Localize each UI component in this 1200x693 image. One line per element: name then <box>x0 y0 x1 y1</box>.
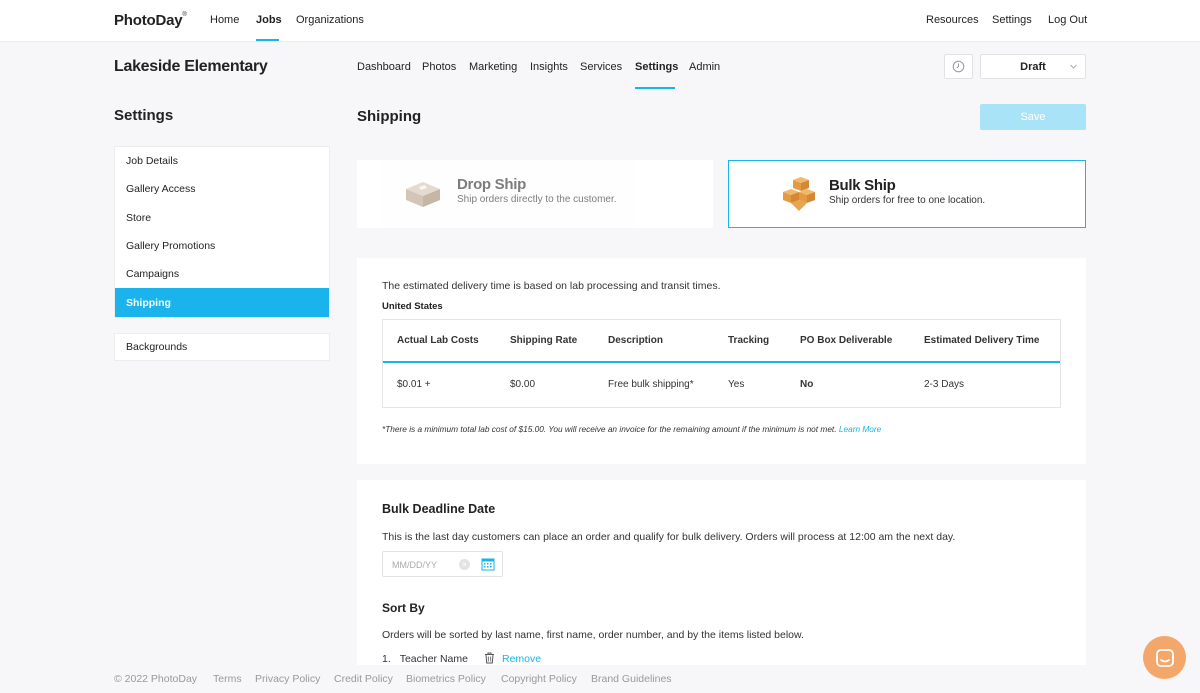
save-button[interactable]: Save <box>980 104 1086 130</box>
table-cell: Free bulk shipping* <box>608 379 694 390</box>
delivery-info-text: The estimated delivery time is based on … <box>382 280 721 292</box>
tab-services[interactable]: Services <box>580 61 622 73</box>
shipping-rates-table: Actual Lab Costs Shipping Rate Descripti… <box>382 319 1061 408</box>
table-header-cell: Estimated Delivery Time <box>924 335 1040 346</box>
nav-jobs-underline <box>256 39 279 41</box>
boxes-icon <box>783 177 815 211</box>
sort-item-index: 1. <box>382 653 391 665</box>
drop-ship-title: Drop Ship <box>457 176 526 193</box>
sidebar-item-store[interactable]: Store <box>115 204 329 232</box>
learn-more-link[interactable]: Learn More <box>839 424 881 434</box>
sort-by-desc: Orders will be sorted by last name, firs… <box>382 629 804 641</box>
sidebar-item-gallery-access[interactable]: Gallery Access <box>115 175 329 203</box>
nav-home[interactable]: Home <box>210 14 239 26</box>
sidebar-item-gallery-promotions[interactable]: Gallery Promotions <box>115 232 329 260</box>
minimum-cost-footnote: *There is a minimum total lab cost of $1… <box>382 424 881 434</box>
chat-icon <box>1155 648 1174 667</box>
history-button[interactable] <box>944 54 973 79</box>
tab-insights[interactable]: Insights <box>530 61 568 73</box>
nav-resources[interactable]: Resources <box>926 14 979 26</box>
table-header-cell: Tracking <box>728 335 770 346</box>
bulk-ship-option[interactable]: Bulk Ship Ship orders for free to one lo… <box>728 160 1086 228</box>
footer-link-brand[interactable]: Brand Guidelines <box>591 673 672 685</box>
tab-photos[interactable]: Photos <box>422 61 456 73</box>
photoday-logo[interactable]: PhotoDay® <box>114 12 187 29</box>
bulk-deadline-card: Bulk Deadline Date This is the last day … <box>357 480 1086 665</box>
bulk-deadline-desc: This is the last day customers can place… <box>382 531 956 543</box>
drop-ship-option[interactable]: Drop Ship Ship orders directly to the cu… <box>357 160 713 228</box>
list-item: 1. Teacher Name Remove <box>382 652 541 665</box>
sort-item-label: Teacher Name <box>399 653 468 665</box>
job-status-value: Draft <box>1020 60 1046 73</box>
remove-sort-item-button[interactable]: Remove <box>502 653 541 665</box>
chevron-down-icon <box>1070 64 1077 69</box>
country-label: United States <box>382 301 443 312</box>
footnote-text: *There is a minimum total lab cost of $1… <box>382 424 837 434</box>
bulk-deadline-title: Bulk Deadline Date <box>382 502 496 516</box>
table-cell: 2-3 Days <box>924 379 965 390</box>
footer-link-terms[interactable]: Terms <box>213 673 242 685</box>
footer-link-credit[interactable]: Credit Policy <box>334 673 393 685</box>
page-title: Shipping <box>357 108 422 125</box>
settings-sidebar: Job Details Gallery Access Store Gallery… <box>114 146 330 318</box>
top-navigation: PhotoDay® Home Jobs Organizations Resour… <box>0 0 1200 42</box>
date-placeholder: MM/DD/YY <box>392 560 437 570</box>
footer-link-copyright[interactable]: Copyright Policy <box>501 673 577 685</box>
sidebar-item-job-details[interactable]: Job Details <box>115 147 329 175</box>
job-status-select[interactable]: Draft <box>980 54 1086 79</box>
table-header-row: Actual Lab Costs Shipping Rate Descripti… <box>383 320 1060 363</box>
clear-icon[interactable]: × <box>459 559 470 570</box>
sidebar-item-campaigns[interactable]: Campaigns <box>115 260 329 288</box>
drop-ship-desc: Ship orders directly to the customer. <box>457 194 617 205</box>
bulk-ship-desc: Ship orders for free to one location. <box>829 195 986 206</box>
clock-icon <box>952 60 965 73</box>
nav-logout[interactable]: Log Out <box>1048 14 1087 26</box>
trash-icon[interactable] <box>484 652 495 664</box>
footer-copyright: © 2022 PhotoDay <box>114 673 198 685</box>
job-title: Lakeside Elementary <box>114 58 268 75</box>
shipping-info-card: The estimated delivery time is based on … <box>357 258 1086 464</box>
tab-settings-underline <box>635 87 675 89</box>
sidebar-title: Settings <box>114 107 174 124</box>
tab-admin[interactable]: Admin <box>689 61 720 73</box>
bulk-ship-title: Bulk Ship <box>829 177 896 194</box>
box-icon <box>406 182 440 207</box>
sort-by-title: Sort By <box>382 601 425 615</box>
table-cell: $0.01 + <box>397 379 431 390</box>
footer-link-biometrics[interactable]: Biometrics Policy <box>406 673 486 685</box>
table-header-cell: Description <box>608 335 664 346</box>
table-header-cell: Shipping Rate <box>510 335 578 346</box>
tab-settings[interactable]: Settings <box>635 61 678 73</box>
deadline-date-input[interactable]: MM/DD/YY × <box>382 551 503 577</box>
table-cell: No <box>800 379 814 390</box>
table-cell: Yes <box>728 379 745 390</box>
tab-marketing[interactable]: Marketing <box>469 61 517 73</box>
nav-settings[interactable]: Settings <box>992 14 1032 26</box>
footer-link-privacy[interactable]: Privacy Policy <box>255 673 320 685</box>
nav-organizations[interactable]: Organizations <box>296 14 364 26</box>
nav-jobs[interactable]: Jobs <box>256 14 282 26</box>
tab-dashboard[interactable]: Dashboard <box>357 61 411 73</box>
calendar-icon[interactable] <box>481 557 495 571</box>
table-header-cell: PO Box Deliverable <box>800 335 893 346</box>
sidebar-item-shipping[interactable]: Shipping <box>115 288 329 317</box>
table-header-cell: Actual Lab Costs <box>397 335 479 346</box>
table-cell: $0.00 <box>510 379 536 390</box>
chat-launcher-button[interactable] <box>1143 636 1186 679</box>
sidebar-item-backgrounds[interactable]: Backgrounds <box>114 333 330 361</box>
